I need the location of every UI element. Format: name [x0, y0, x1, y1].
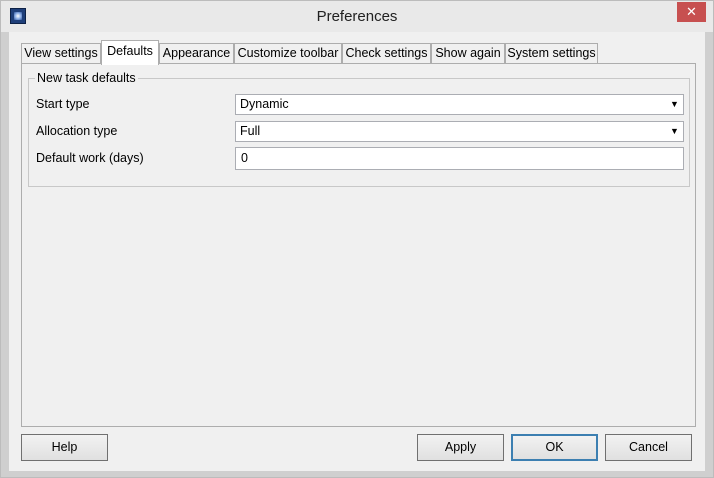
tab-system-settings[interactable]: System settings [505, 43, 598, 63]
new-task-defaults-group: New task defaults Start type Dynamic ▼ A… [28, 71, 690, 187]
tab-view-settings[interactable]: View settings [21, 43, 101, 63]
cancel-button[interactable]: Cancel [605, 434, 692, 461]
allocation-type-label: Allocation type [36, 124, 118, 138]
dialog-body: View settings Defaults Appearance Custom… [9, 32, 705, 471]
group-legend: New task defaults [35, 71, 138, 85]
tab-defaults[interactable]: Defaults [101, 40, 159, 65]
close-icon[interactable]: ✕ [677, 2, 706, 22]
preferences-window: Preferences ✕ View settings Defaults App… [0, 0, 714, 478]
tab-check-settings[interactable]: Check settings [342, 43, 431, 63]
default-work-label: Default work (days) [36, 151, 144, 165]
default-work-value: 0 [241, 151, 248, 165]
allocation-type-value: Full [240, 124, 261, 138]
default-work-input[interactable]: 0 [235, 147, 684, 170]
tab-customize-toolbar[interactable]: Customize toolbar [234, 43, 342, 63]
chevron-down-icon[interactable]: ▼ [667, 123, 682, 140]
allocation-type-select[interactable]: Full ▼ [235, 121, 684, 142]
start-type-label: Start type [36, 97, 90, 111]
apply-button[interactable]: Apply [417, 434, 504, 461]
start-type-select[interactable]: Dynamic ▼ [235, 94, 684, 115]
start-type-value: Dynamic [240, 97, 289, 111]
window-title: Preferences [316, 8, 398, 25]
help-button[interactable]: Help [21, 434, 108, 461]
title-bar[interactable]: Preferences ✕ [1, 1, 713, 32]
defaults-panel: New task defaults Start type Dynamic ▼ A… [21, 63, 696, 427]
tab-appearance[interactable]: Appearance [159, 43, 234, 63]
ok-button[interactable]: OK [511, 434, 598, 461]
chevron-down-icon[interactable]: ▼ [667, 96, 682, 113]
tab-show-again[interactable]: Show again [431, 43, 505, 63]
